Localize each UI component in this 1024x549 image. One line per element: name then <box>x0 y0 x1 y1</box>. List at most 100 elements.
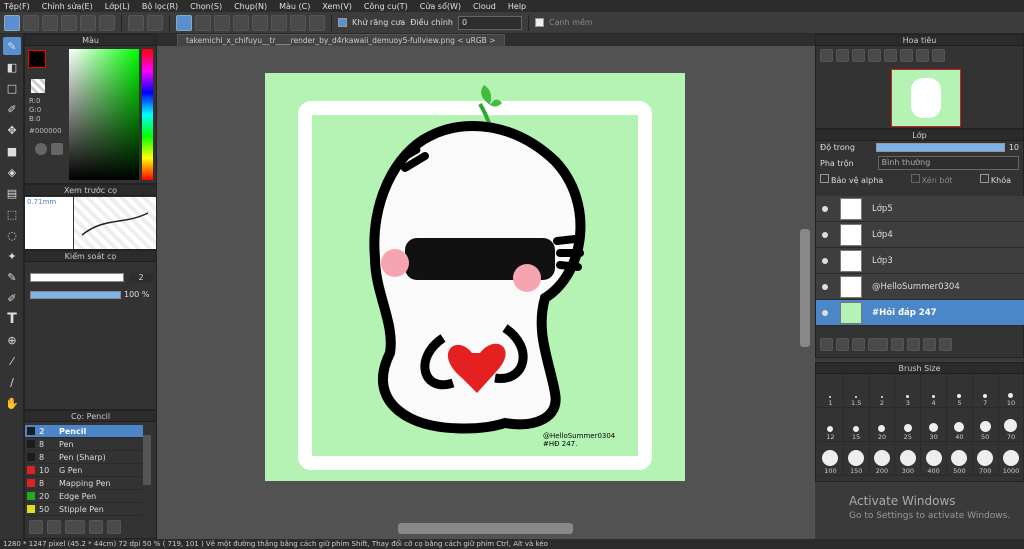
brush-size-option[interactable]: 700 <box>972 442 999 476</box>
save-icon[interactable] <box>42 14 58 31</box>
eraser-tool-icon[interactable]: ◧ <box>3 58 21 76</box>
snap-radial-icon[interactable] <box>252 14 268 31</box>
menu-filter[interactable]: Bộ lọc(R) <box>142 2 178 11</box>
dropper-icon[interactable] <box>51 143 63 155</box>
brush-size-option[interactable]: 30 <box>921 408 947 442</box>
new-folder-icon[interactable] <box>891 338 904 351</box>
brush-item-pen[interactable]: 8 Pen <box>25 438 143 451</box>
layer-row[interactable]: Lớp3 <box>816 248 1024 274</box>
snap-vanish-icon[interactable] <box>233 14 249 31</box>
snap-parallel-icon[interactable] <box>195 14 211 31</box>
comment-icon[interactable] <box>61 14 77 31</box>
actual-size-icon[interactable] <box>868 49 881 62</box>
brush-item-pencil[interactable]: 2 Pencil <box>25 425 143 438</box>
visibility-icon[interactable] <box>822 283 828 290</box>
brush-size-option[interactable]: 20 <box>869 408 896 442</box>
menu-file[interactable]: Tệp(F) <box>4 2 30 11</box>
brush-size-option[interactable]: 3 <box>895 374 922 408</box>
brush-opacity-slider[interactable] <box>30 291 121 299</box>
select-pen-icon[interactable]: ✐ <box>3 100 21 118</box>
brush-item-mapping-pen[interactable]: 8 Mapping Pen <box>25 477 143 490</box>
brush-size-option[interactable]: 40 <box>946 408 973 442</box>
select-rect-icon[interactable]: ⬚ <box>3 205 21 223</box>
brush-size-option[interactable]: 5 <box>946 374 973 408</box>
snap-curve-icon[interactable] <box>290 14 306 31</box>
menu-capture[interactable]: Chụp(N) <box>234 2 267 11</box>
flip-icon[interactable] <box>932 49 945 62</box>
delete-brush-icon[interactable] <box>107 520 121 534</box>
blend-mode-dropdown[interactable]: Bình thường <box>877 156 1019 170</box>
brush-size-option[interactable]: 1 <box>818 374 844 408</box>
zoom-in-icon[interactable] <box>836 49 849 62</box>
new-brush-icon[interactable] <box>65 520 85 534</box>
blur-tool-icon[interactable]: ∕ <box>3 373 21 391</box>
fit-icon[interactable] <box>852 49 865 62</box>
snap-settings-icon[interactable] <box>309 14 325 31</box>
menu-help[interactable]: Help <box>508 2 526 11</box>
brush-item-pen-sharp[interactable]: 8 Pen (Sharp) <box>25 451 143 464</box>
export-icon[interactable] <box>23 14 39 31</box>
visibility-icon[interactable] <box>822 205 828 212</box>
snap-circle-icon[interactable] <box>271 14 287 31</box>
smooth-checkbox[interactable] <box>534 18 544 27</box>
visibility-icon[interactable] <box>822 309 828 316</box>
new-layer-icon[interactable] <box>820 338 833 351</box>
new-special-layer-icon[interactable] <box>868 338 888 351</box>
divide-tool-icon[interactable]: ⊕ <box>3 331 21 349</box>
copy-brush-icon[interactable] <box>89 520 103 534</box>
menu-color[interactable]: Màu (C) <box>279 2 310 11</box>
primary-color-swatch[interactable] <box>28 50 46 68</box>
brush-size-option[interactable]: 100 <box>818 442 844 476</box>
layer-row[interactable]: Lớp4 <box>816 222 1024 248</box>
eyedropper-icon[interactable]: ⁄ <box>3 352 21 370</box>
vertical-scrollbar[interactable] <box>800 229 810 347</box>
add-brush-icon[interactable] <box>29 520 43 534</box>
rect-tool-icon[interactable]: □ <box>3 79 21 97</box>
fill-rect-icon[interactable]: ■ <box>3 142 21 160</box>
lock-checkbox[interactable] <box>979 174 989 183</box>
brush-size-option[interactable]: 1000 <box>998 442 1024 476</box>
gradient-tool-icon[interactable]: ▤ <box>3 184 21 202</box>
cloud-icon[interactable] <box>4 14 20 31</box>
palette-icon[interactable] <box>35 143 47 155</box>
protect-alpha-checkbox[interactable] <box>820 174 829 183</box>
visibility-icon[interactable] <box>822 231 828 238</box>
brush-size-option[interactable]: 25 <box>895 408 922 442</box>
menu-view[interactable]: Xem(V) <box>322 2 352 11</box>
snap-grid-icon[interactable] <box>214 14 230 31</box>
undo-icon[interactable] <box>128 14 144 31</box>
navigator-thumbnail[interactable] <box>891 69 961 127</box>
brush-size-option[interactable]: 200 <box>869 442 896 476</box>
brush-size-option[interactable]: 1.5 <box>843 374 870 408</box>
brush-item-edge-pen[interactable]: 20 Edge Pen <box>25 490 143 503</box>
snap-off-icon[interactable] <box>176 14 192 31</box>
brush-size-option[interactable]: 7 <box>972 374 999 408</box>
adjust-dropdown[interactable]: 0 <box>457 15 522 30</box>
brush-size-option[interactable]: 2 <box>869 374 896 408</box>
brush-size-option[interactable]: 70 <box>998 408 1024 442</box>
brush-size-option[interactable]: 400 <box>921 442 947 476</box>
horizontal-scrollbar[interactable] <box>398 523 573 534</box>
select-brush-icon[interactable]: ✎ <box>3 268 21 286</box>
menu-edit[interactable]: Chỉnh sửa(E) <box>42 2 93 11</box>
menu-select[interactable]: Chọn(S) <box>190 2 222 11</box>
menu-window[interactable]: Cửa sổ(W) <box>420 2 461 11</box>
menu-cloud[interactable]: Cloud <box>473 2 496 11</box>
brush-size-option[interactable]: 12 <box>818 408 844 442</box>
select-eraser-icon[interactable]: ✐ <box>3 289 21 307</box>
layer-opacity-slider[interactable] <box>876 143 1005 152</box>
grid-icon[interactable] <box>80 14 96 31</box>
folder-brush-icon[interactable] <box>47 520 61 534</box>
magic-wand-icon[interactable]: ✦ <box>3 247 21 265</box>
merge-layer-icon[interactable] <box>923 338 936 351</box>
layer-row[interactable]: @HelloSummer0304 <box>816 274 1024 300</box>
brush-size-option[interactable]: 50 <box>972 408 999 442</box>
visibility-icon[interactable] <box>822 257 828 264</box>
new-8bit-layer-icon[interactable] <box>836 338 849 351</box>
brush-size-option[interactable]: 15 <box>843 408 870 442</box>
layer-row-selected[interactable]: #Hỏi đáp 247 <box>816 300 1024 326</box>
menu-tools[interactable]: Công cụ(T) <box>364 2 408 11</box>
zoom-out-icon[interactable] <box>820 49 833 62</box>
brush-size-option[interactable]: 500 <box>946 442 973 476</box>
brush-size-option[interactable]: 10 <box>998 374 1024 408</box>
